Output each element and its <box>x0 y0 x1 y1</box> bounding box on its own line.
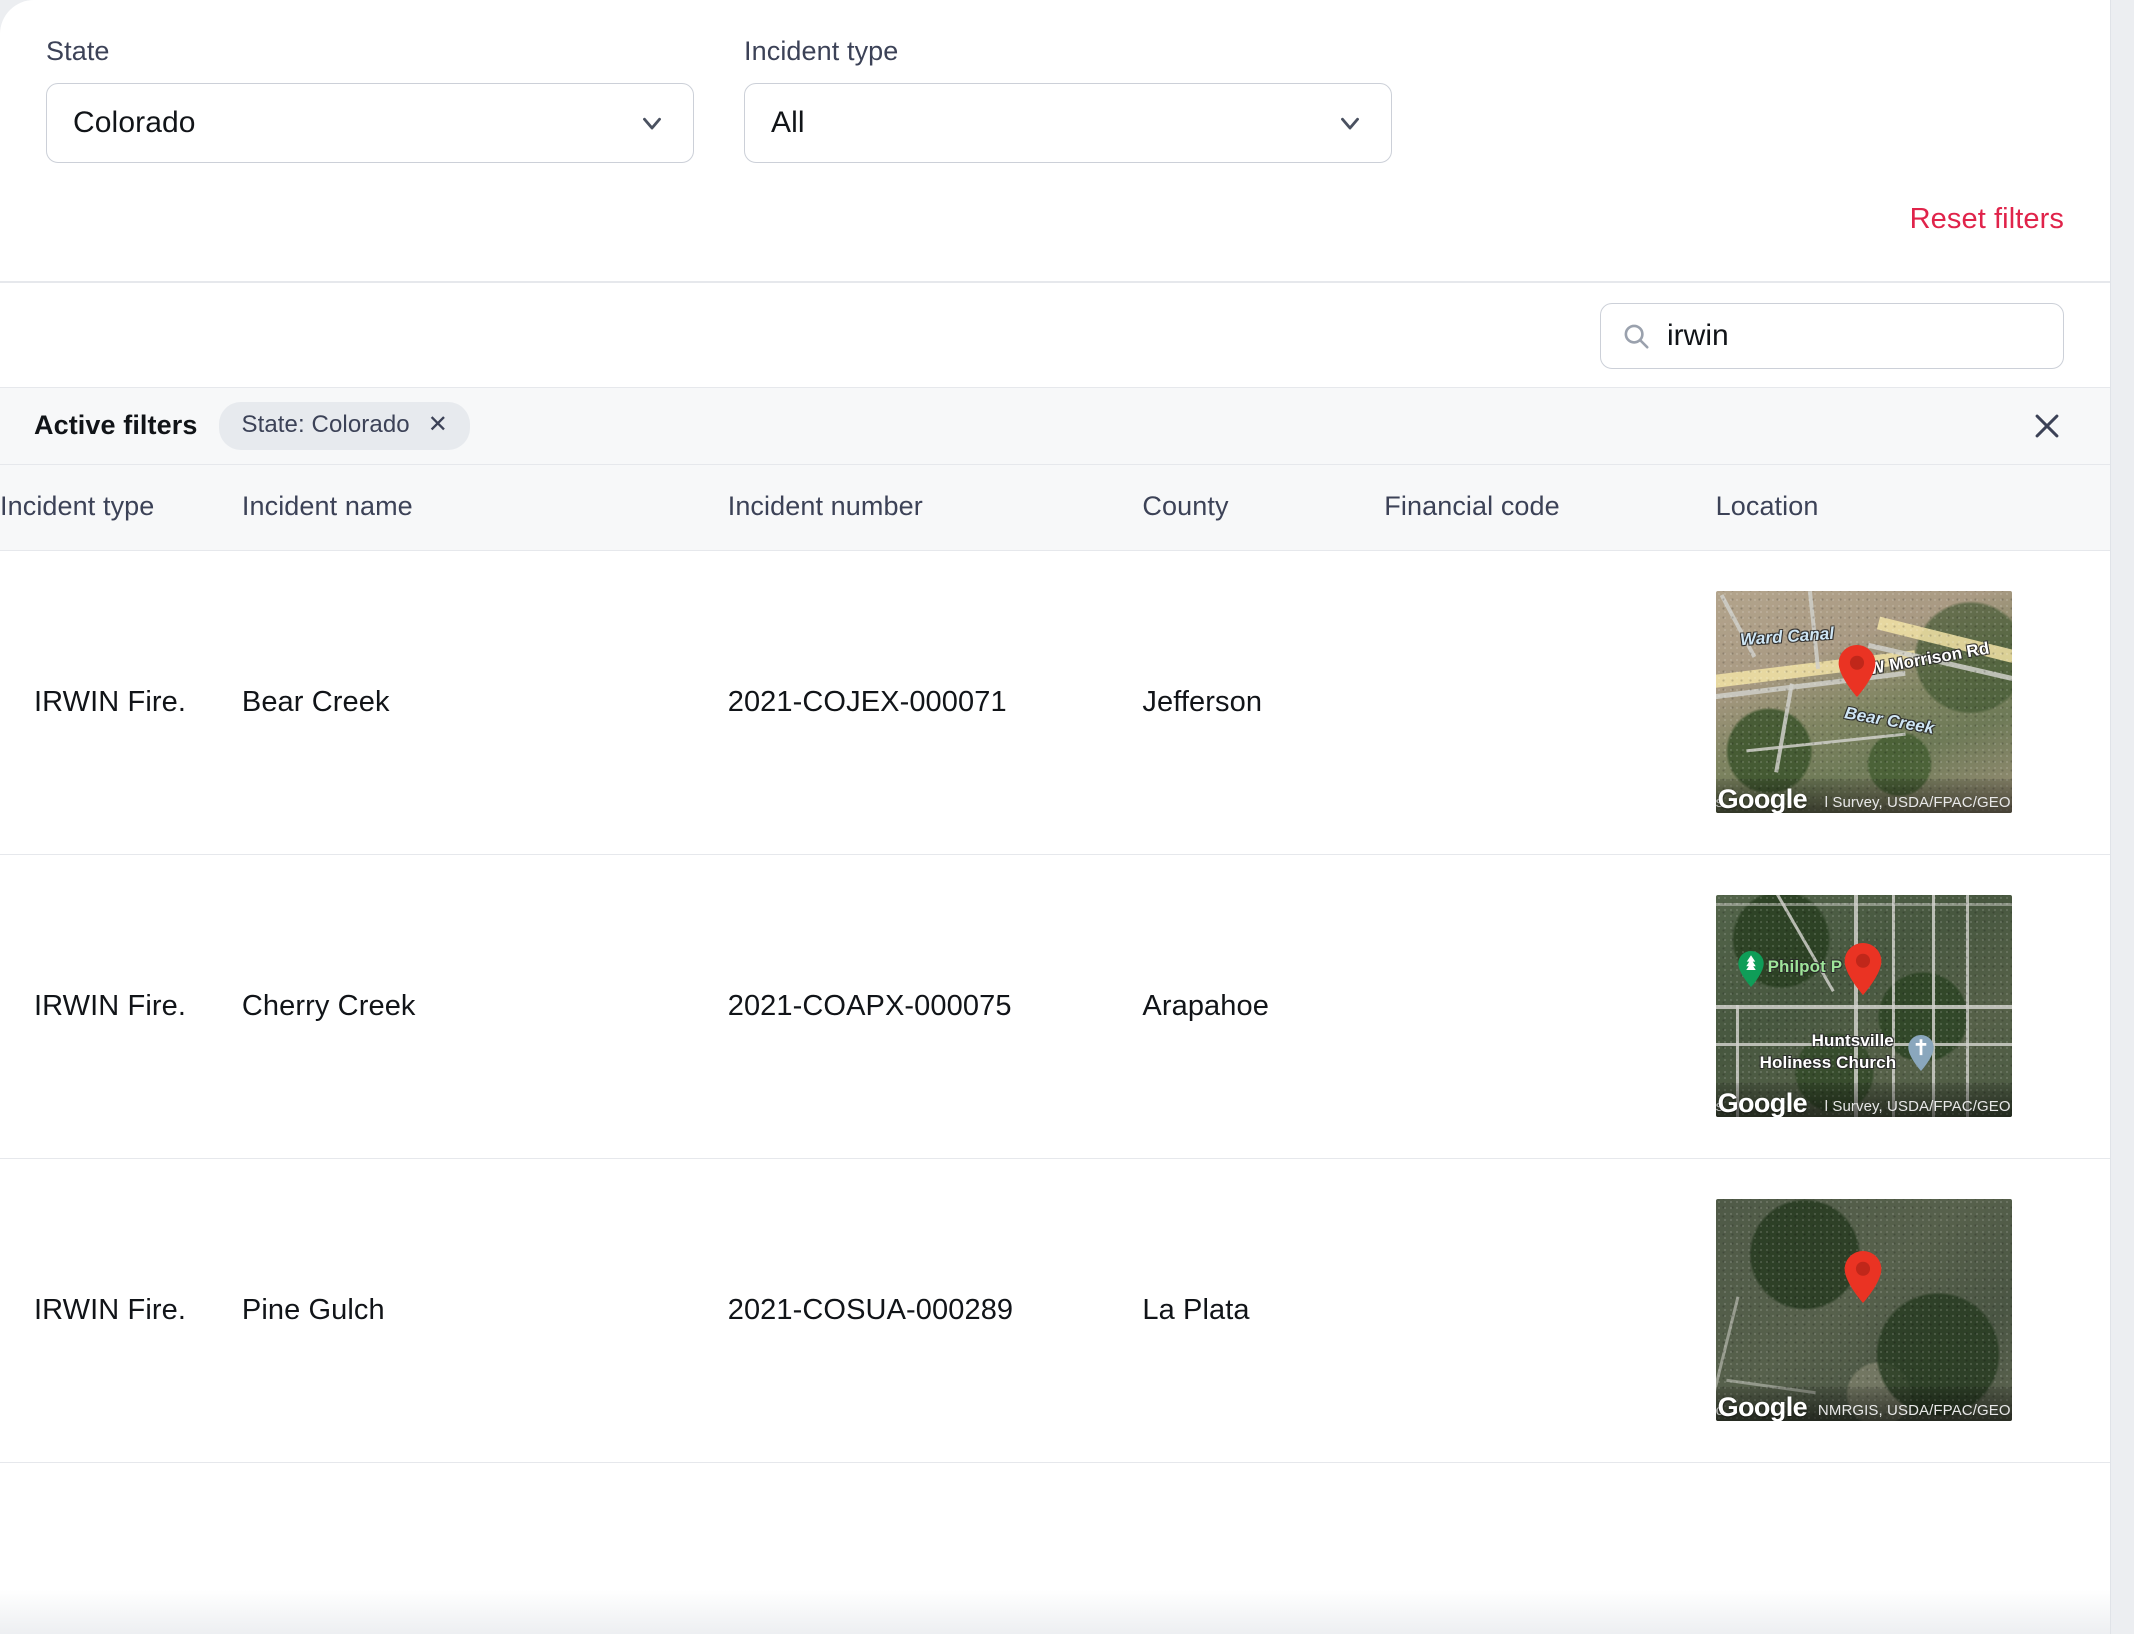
active-filter-chip-state[interactable]: State: Colorado ✕ <box>219 401 470 450</box>
cell-incident-type: IRWIN Fire. <box>0 1158 242 1463</box>
clear-all-filters-button[interactable] <box>2030 409 2064 443</box>
google-logo: Google <box>1717 1088 1808 1117</box>
map-attribution-bar: s. Google l Survey, USDA/FPAC/GEO <box>1715 1083 2012 1117</box>
incidents-table: Incident type Incident name Incident num… <box>0 464 2110 1463</box>
chevron-down-icon <box>637 108 667 138</box>
search-input[interactable] <box>1667 318 2043 353</box>
column-header-incident-type[interactable]: Incident type <box>0 464 242 551</box>
cell-incident-type: IRWIN Fire. <box>0 550 242 855</box>
column-header-financial-code[interactable]: Financial code <box>1384 464 1716 551</box>
search-row <box>0 283 2110 387</box>
incident-type-filter-label: Incident type <box>744 36 899 66</box>
map-attribution-bar: c Google NMRGIS, USDA/FPAC/GEO <box>1715 1387 2012 1421</box>
incidents-table-body: IRWIN Fire. Bear Creek 2021-COJEX-000071… <box>0 550 2110 1463</box>
state-filter-group: State Colorado <box>46 38 694 163</box>
location-map-thumbnail[interactable]: Ward Canal W Morrison Rd Bear Creek s. G… <box>1715 591 2012 813</box>
column-header-location[interactable]: Location <box>1715 464 2110 551</box>
google-logo: Google <box>1717 1392 1808 1421</box>
church-pin-icon <box>1907 1035 1934 1071</box>
search-icon <box>1621 321 1651 351</box>
page-root: State Colorado Incident type All Reset f… <box>0 0 2134 1634</box>
column-header-incident-number[interactable]: Incident number <box>727 464 1143 551</box>
chevron-down-icon <box>1335 108 1365 138</box>
cell-incident-type: IRWIN Fire. <box>0 854 242 1159</box>
close-icon[interactable]: ✕ <box>428 412 448 437</box>
incident-type-select-value: All <box>771 106 805 139</box>
reset-filters-row: Reset filters <box>46 163 2064 281</box>
bottom-fade <box>0 1590 2110 1634</box>
map-attribution-text: NMRGIS, USDA/FPAC/GEO <box>1817 1402 2011 1419</box>
cell-location: c Google NMRGIS, USDA/FPAC/GEO <box>1715 1158 2110 1463</box>
map-attribution-text: l Survey, USDA/FPAC/GEO <box>1824 794 2011 811</box>
location-map-thumbnail[interactable]: c Google NMRGIS, USDA/FPAC/GEO <box>1715 1199 2012 1421</box>
cell-incident-name: Pine Gulch <box>241 1158 728 1463</box>
location-pin-icon <box>1844 1251 1882 1303</box>
state-select-value: Colorado <box>73 106 196 139</box>
map-attribution-bar: s. Google l Survey, USDA/FPAC/GEO <box>1715 779 2012 813</box>
filters-row: State Colorado Incident type All <box>46 38 2064 163</box>
content-card: State Colorado Incident type All Reset f… <box>0 0 2110 1634</box>
active-filters-label: Active filters <box>34 410 198 440</box>
cell-incident-number: 2021-COAPX-000075 <box>727 854 1143 1159</box>
map-attribution-text: l Survey, USDA/FPAC/GEO <box>1824 1098 2011 1115</box>
incident-type-filter-group: Incident type All <box>744 38 1392 163</box>
cell-incident-name: Bear Creek <box>241 550 728 855</box>
column-header-incident-name[interactable]: Incident name <box>241 464 728 551</box>
incidents-table-head: Incident type Incident name Incident num… <box>0 464 2110 551</box>
cell-financial-code <box>1384 854 1716 1159</box>
cell-incident-name: Cherry Creek <box>241 854 728 1159</box>
table-row[interactable]: IRWIN Fire. Pine Gulch 2021-COSUA-000289… <box>0 1158 2110 1463</box>
incident-type-select[interactable]: All <box>744 83 1392 163</box>
cell-location: Ward Canal W Morrison Rd Bear Creek s. G… <box>1715 550 2110 855</box>
state-filter-label: State <box>46 36 110 66</box>
cell-county: Jefferson <box>1142 550 1385 855</box>
google-logo: Google <box>1717 784 1808 813</box>
column-header-county[interactable]: County <box>1142 464 1385 551</box>
reset-filters-button[interactable]: Reset filters <box>1910 203 2064 236</box>
filters-panel: State Colorado Incident type All Reset f… <box>0 0 2110 281</box>
cell-incident-number: 2021-COJEX-000071 <box>727 550 1143 855</box>
map-label: Philpot P <box>1767 957 1843 976</box>
cell-incident-number: 2021-COSUA-000289 <box>727 1158 1143 1463</box>
state-select[interactable]: Colorado <box>46 83 694 163</box>
park-pin-icon <box>1737 951 1764 987</box>
cell-county: La Plata <box>1142 1158 1385 1463</box>
location-map-thumbnail[interactable]: Philpot P Huntsville Holiness Church s. … <box>1715 895 2012 1117</box>
table-row[interactable]: IRWIN Fire. Bear Creek 2021-COJEX-000071… <box>0 550 2110 855</box>
search-field[interactable] <box>1600 302 2064 369</box>
cell-county: Arapahoe <box>1142 854 1385 1159</box>
table-header-row: Incident type Incident name Incident num… <box>0 464 2110 551</box>
vertical-scrollbar[interactable] <box>2110 0 2134 1634</box>
cell-location: Philpot P Huntsville Holiness Church s. … <box>1715 854 2110 1159</box>
map-label: Holiness Church <box>1759 1053 1897 1072</box>
table-row[interactable]: IRWIN Fire. Cherry Creek 2021-COAPX-0000… <box>0 854 2110 1159</box>
map-label: Ward Canal <box>1739 623 1835 650</box>
cell-financial-code <box>1384 1158 1716 1463</box>
location-pin-icon <box>1844 943 1882 995</box>
cell-financial-code <box>1384 550 1716 855</box>
active-filter-chip-label: State: Colorado <box>241 410 410 438</box>
active-filters-bar: Active filters State: Colorado ✕ <box>0 386 2110 465</box>
